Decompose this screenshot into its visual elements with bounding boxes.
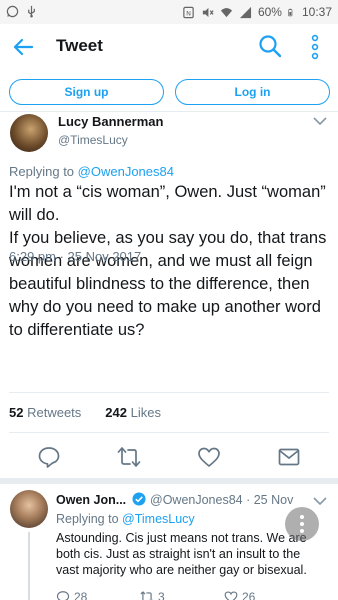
signal-icon	[239, 6, 252, 18]
more-options-icon[interactable]	[309, 34, 321, 60]
reply-retweet-action[interactable]: 3	[140, 590, 165, 600]
back-arrow-icon[interactable]	[12, 36, 34, 58]
page-title: Tweet	[56, 36, 103, 55]
mute-icon	[202, 7, 214, 17]
retweets-label: Retweets	[27, 405, 82, 420]
share-icon[interactable]	[277, 445, 301, 469]
tweet-actions	[0, 442, 338, 472]
reply-icon[interactable]	[37, 445, 61, 469]
status-bar-notifications	[6, 5, 38, 18]
status-time: 10:37	[301, 5, 332, 19]
retweets-stat[interactable]: 52 Retweets	[9, 405, 81, 420]
retweet-count: 3	[158, 590, 165, 600]
login-button[interactable]: Log in	[175, 79, 330, 105]
retweet-icon	[140, 591, 154, 600]
reply-icon	[56, 591, 70, 600]
battery-percent: 60%	[257, 5, 282, 19]
replying-prefix: Replying to	[9, 164, 78, 179]
app-bar: Tweet	[0, 24, 338, 68]
divider	[9, 432, 329, 433]
author-handle[interactable]: @TimesLucy	[58, 133, 128, 147]
dot	[300, 522, 304, 526]
divider	[9, 392, 329, 393]
whatsapp-icon	[6, 5, 19, 18]
retweet-icon[interactable]	[117, 445, 141, 469]
verified-badge-icon	[132, 492, 146, 506]
tweet-timestamp: 6:29 pm · 25 Nov 2017	[9, 249, 142, 264]
reply-replying-to: Replying to @TimesLucy	[56, 512, 195, 526]
likes-count: 242	[105, 405, 127, 420]
chevron-down-icon[interactable]	[313, 496, 327, 506]
reply-author-name[interactable]: Owen Jon...	[56, 493, 126, 507]
search-icon[interactable]	[258, 34, 282, 58]
like-count: 26	[242, 590, 256, 600]
reply-reply-action[interactable]: 28	[56, 590, 87, 600]
status-bar-system: N 60% 10:37	[182, 5, 332, 19]
dot	[300, 515, 304, 519]
likes-label: Likes	[130, 405, 161, 420]
likes-stat[interactable]: 242 Likes	[105, 405, 161, 420]
avatar[interactable]	[10, 114, 48, 152]
battery-icon	[288, 8, 293, 16]
avatar[interactable]	[10, 490, 48, 528]
nfc-icon: N	[183, 6, 194, 18]
chevron-down-icon[interactable]	[313, 116, 327, 126]
floating-menu-button[interactable]	[285, 507, 319, 541]
reply-like-action[interactable]: 26	[224, 590, 255, 600]
status-bar: N 60% 10:37	[0, 0, 338, 24]
reply-actions: 28 3 26	[56, 590, 316, 600]
reply-text: Astounding. Cis just means not trans. We…	[56, 531, 307, 577]
thread-line	[28, 532, 30, 600]
heart-icon	[224, 591, 238, 600]
reply-count: 28	[74, 590, 88, 600]
usb-icon	[28, 5, 35, 18]
heart-icon[interactable]	[197, 445, 221, 469]
dot	[300, 529, 304, 533]
reply-handle-date[interactable]: @OwenJones84 · 25 Nov	[150, 493, 293, 507]
reply-tweet[interactable]: Owen Jon... @OwenJones84 · 25 Nov Replyi…	[0, 478, 338, 600]
engagement-stats: 52 Retweets 242 Likes	[9, 405, 161, 420]
wifi-icon	[220, 7, 233, 17]
signup-button[interactable]: Sign up	[9, 79, 164, 105]
svg-text:N: N	[186, 9, 191, 17]
replying-mention-link[interactable]: @OwenJones84	[78, 164, 174, 179]
replying-to: Replying to @OwenJones84	[9, 164, 174, 179]
auth-bar: Sign up Log in	[0, 68, 338, 112]
replying-prefix: Replying to	[56, 512, 123, 526]
author-name[interactable]: Lucy Bannerman	[58, 114, 163, 129]
retweets-count: 52	[9, 405, 24, 420]
replying-mention-link[interactable]: @TimesLucy	[122, 512, 195, 526]
